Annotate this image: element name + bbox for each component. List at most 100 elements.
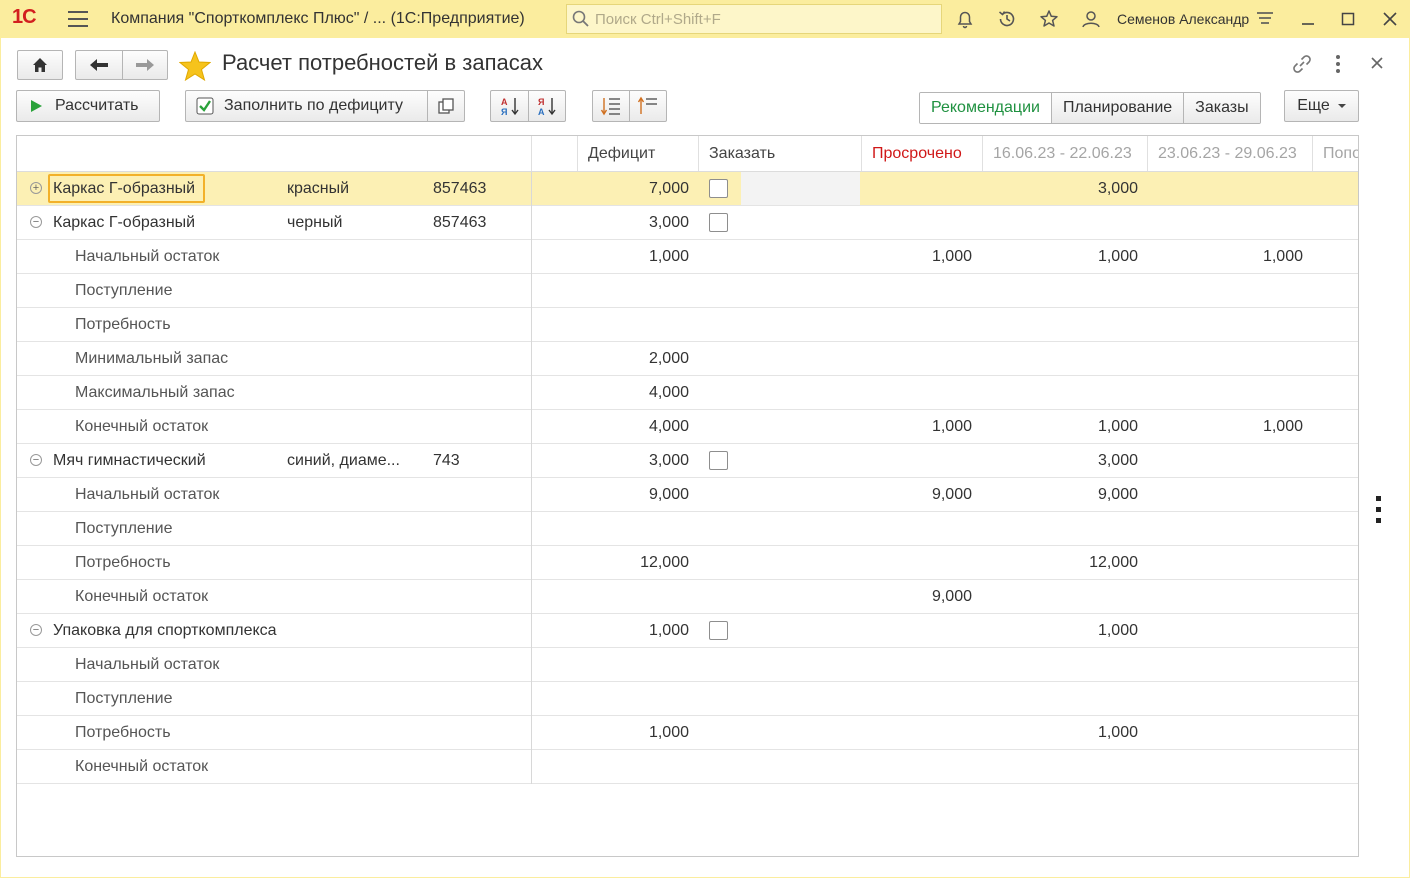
favorite-star-icon[interactable] <box>179 51 211 81</box>
header-order[interactable]: Заказать <box>698 136 862 171</box>
sort-descending-button[interactable]: ЯА <box>528 90 566 122</box>
order-checkbox[interactable] <box>709 213 728 232</box>
more-button[interactable]: Еще <box>1284 90 1359 122</box>
cell-code: 743 <box>433 452 460 469</box>
calculate-button[interactable]: Рассчитать <box>16 90 160 122</box>
table-row-group[interactable]: − Упаковка для спорткомплекса 1,000 1,000 <box>17 614 1358 648</box>
order-checkbox[interactable] <box>709 179 728 198</box>
table-row[interactable]: Начальный остаток <box>17 648 1358 682</box>
settings-menu-icon[interactable] <box>1254 8 1276 30</box>
column-divider <box>531 172 532 784</box>
cell-p2 <box>1147 172 1303 205</box>
table-row[interactable]: Начальный остаток 9,000 9,000 9,000 <box>17 478 1358 512</box>
table-row[interactable]: Поступление <box>17 682 1358 716</box>
collapse-all-button[interactable] <box>629 90 667 122</box>
fill-by-deficit-label: Заполнить по дефициту <box>224 97 403 114</box>
tab-planning[interactable]: Планирование <box>1050 93 1184 123</box>
collapse-icon[interactable]: − <box>30 624 42 636</box>
table-row[interactable]: Конечный остаток 9,000 <box>17 580 1358 614</box>
table-row-group[interactable]: − Мяч гимнастический синий, диаме... 743 3,0… <box>17 444 1358 478</box>
table-row-group[interactable]: − Каркас Г-образный черный 857463 3,000 <box>17 206 1358 240</box>
table-row[interactable]: Минимальный запас 2,000 <box>17 342 1358 376</box>
table-row[interactable]: Поступление <box>17 512 1358 546</box>
cell-deficit <box>577 512 689 545</box>
cell-p1: 1,000 <box>1097 724 1138 741</box>
user-icon[interactable] <box>1080 8 1102 30</box>
cell-overdue: 1,000 <box>931 418 972 435</box>
cell-deficit <box>577 750 689 783</box>
fill-by-deficit-button[interactable]: Заполнить по дефициту <box>185 90 428 122</box>
table-row[interactable]: Потребность 1,000 1,000 <box>17 716 1358 750</box>
table-row[interactable]: Конечный остаток 4,000 1,000 1,000 1,000 <box>17 410 1358 444</box>
notifications-bell-icon[interactable] <box>954 8 976 30</box>
link-icon[interactable] <box>1291 53 1313 80</box>
more-actions-icon[interactable] <box>1334 54 1342 79</box>
sort-ascending-button[interactable]: АЯ <box>490 90 529 122</box>
history-icon[interactable] <box>996 8 1018 30</box>
minimize-icon[interactable] <box>1297 8 1319 30</box>
table-row[interactable]: Потребность 12,000 12,000 <box>17 546 1358 580</box>
cell-deficit <box>577 274 689 307</box>
cell-deficit: 3,000 <box>648 452 689 469</box>
table-row[interactable]: Начальный остаток 1,000 1,000 1,000 1,000 <box>17 240 1358 274</box>
cell-overdue <box>861 614 972 647</box>
close-window-icon[interactable] <box>1379 8 1401 30</box>
cell-char: синий, диаме... <box>287 452 400 469</box>
header-period-2[interactable]: 23.06.23 - 29.06.23 <box>1147 136 1313 171</box>
table-row[interactable]: Поступление <box>17 274 1358 308</box>
order-qty-cell[interactable] <box>741 172 860 205</box>
forward-button[interactable] <box>122 50 168 80</box>
favorites-star-icon[interactable] <box>1038 8 1060 30</box>
global-search-input[interactable]: Поиск Ctrl+Shift+F <box>566 4 942 34</box>
header-period-3[interactable]: Попо <box>1312 136 1358 171</box>
cell-p1 <box>982 750 1138 783</box>
table-row-group[interactable]: + Каркас Г-образный красный 857463 7,000 3,00… <box>17 172 1358 206</box>
header-overdue[interactable]: Просрочено <box>861 136 983 171</box>
svg-text:Я: Я <box>538 97 544 107</box>
search-placeholder: Поиск Ctrl+Shift+F <box>595 10 721 28</box>
table-row[interactable]: Максимальный запас 4,000 <box>17 376 1358 410</box>
cell-deficit: 4,000 <box>648 384 689 401</box>
header-period-1[interactable]: 16.06.23 - 22.06.23 <box>982 136 1148 171</box>
cell-p1: 3,000 <box>1097 180 1138 197</box>
home-button[interactable] <box>17 50 63 80</box>
copy-icon <box>438 98 454 114</box>
cell-p2 <box>1147 716 1303 749</box>
order-checkbox[interactable] <box>709 451 728 470</box>
current-user-name[interactable]: Семенов Александр <box>1117 11 1249 27</box>
cell-name: Минимальный запас <box>75 350 229 367</box>
cell-p2: 1,000 <box>1262 418 1303 435</box>
header-deficit[interactable]: Дефицит <box>577 136 699 171</box>
cell-deficit: 9,000 <box>648 486 689 503</box>
cell-p2 <box>1147 444 1303 477</box>
needs-table[interactable]: Дефицит Заказать Просрочено 16.06.23 - 2… <box>16 135 1359 857</box>
title-bar: 1С Компания "Спорткомплекс Плюс" / ... (… <box>0 0 1410 38</box>
arrow-right-icon <box>136 59 154 71</box>
tab-orders[interactable]: Заказы <box>1183 93 1260 123</box>
tab-recommendations[interactable]: Рекомендации <box>920 93 1051 123</box>
side-panel-handle-icon[interactable] <box>1376 496 1382 529</box>
main-menu-icon[interactable] <box>68 11 88 27</box>
cell-char <box>287 614 409 647</box>
cell-p2 <box>1147 546 1303 579</box>
cell-overdue <box>861 376 972 409</box>
cell-name: Начальный остаток <box>75 248 220 265</box>
collapse-icon[interactable]: − <box>30 216 42 228</box>
expand-icon[interactable]: + <box>30 182 42 194</box>
cell-deficit: 1,000 <box>648 622 689 639</box>
cell-name: Поступление <box>75 282 173 299</box>
back-button[interactable] <box>75 50 123 80</box>
cell-p1 <box>982 342 1138 375</box>
table-row[interactable]: Потребность <box>17 308 1358 342</box>
expand-all-button[interactable] <box>592 90 630 122</box>
table-row[interactable]: Конечный остаток <box>17 750 1358 784</box>
cell-overdue <box>861 342 972 375</box>
app-logo[interactable]: 1С <box>12 6 37 29</box>
cell-name: Конечный остаток <box>75 418 209 435</box>
close-form-icon[interactable] <box>1370 56 1384 75</box>
collapse-icon[interactable]: − <box>30 454 42 466</box>
maximize-icon[interactable] <box>1337 8 1359 30</box>
order-checkbox[interactable] <box>709 621 728 640</box>
cell-deficit: 3,000 <box>648 214 689 231</box>
copy-button[interactable] <box>427 90 465 122</box>
